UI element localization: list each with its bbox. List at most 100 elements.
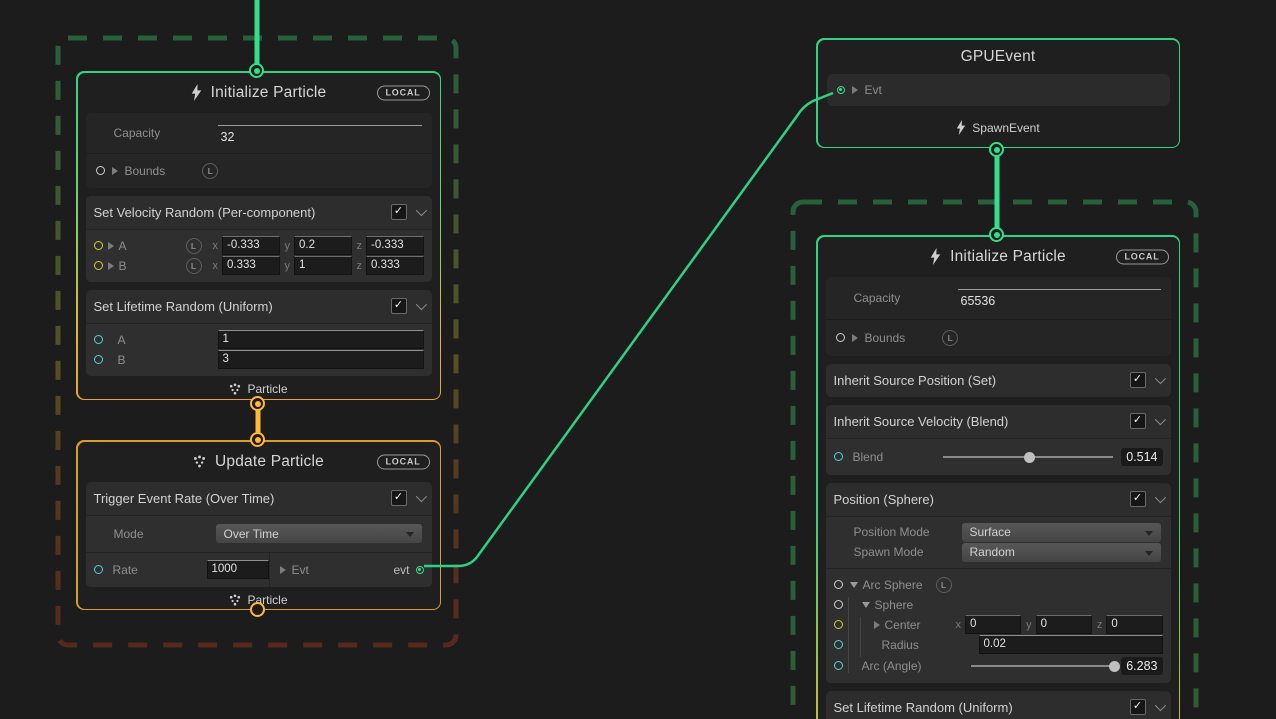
sphere-port[interactable] bbox=[834, 600, 843, 609]
position-mode-label: Position Mode bbox=[854, 525, 954, 539]
expand-triangle-icon[interactable] bbox=[852, 334, 858, 342]
chevron-down-icon[interactable] bbox=[415, 491, 426, 502]
checkbox-checked-icon[interactable]: ✓ bbox=[391, 298, 407, 314]
bounds-port[interactable] bbox=[836, 333, 845, 342]
block-position-sphere[interactable]: Position (Sphere) ✓ Position Mode Surfac… bbox=[826, 483, 1171, 683]
block-set-lifetime-random[interactable]: Set Lifetime Random (Uniform) ✓ A 1 B 3 bbox=[86, 290, 432, 376]
evt-output-port[interactable] bbox=[416, 566, 424, 574]
chevron-down-icon[interactable] bbox=[1154, 414, 1165, 425]
chevron-down-icon[interactable] bbox=[415, 205, 426, 216]
local-space-toggle[interactable]: L bbox=[202, 163, 218, 179]
foldout-triangle-icon[interactable] bbox=[862, 602, 870, 608]
z-input[interactable]: -0.333 bbox=[366, 236, 424, 255]
vfx-graph-canvas[interactable]: Initialize Particle LOCAL Capacity 32 Bo… bbox=[0, 0, 1276, 719]
expand-triangle-icon[interactable] bbox=[112, 167, 118, 175]
blend-row: Blend 0.514 bbox=[826, 439, 1171, 475]
velocity-row-a: A L x-0.333 y0.2 z-0.333 bbox=[94, 236, 424, 256]
checkbox-checked-icon[interactable]: ✓ bbox=[391, 204, 407, 220]
flow-output-port-init-left[interactable] bbox=[250, 396, 265, 411]
arcsphere-port[interactable] bbox=[834, 580, 843, 589]
radius-label: Radius bbox=[882, 638, 974, 652]
block-title: Set Velocity Random (Per-component) bbox=[94, 205, 391, 220]
flow-output-port-update[interactable] bbox=[250, 602, 265, 617]
node-update-particle[interactable]: Update Particle LOCAL Trigger Event Rate… bbox=[76, 440, 441, 610]
chevron-down-icon[interactable] bbox=[1154, 700, 1165, 711]
flow-input-port-init-right[interactable] bbox=[989, 227, 1004, 242]
checkbox-checked-icon[interactable]: ✓ bbox=[1130, 372, 1146, 388]
block-title: Set Lifetime Random (Uniform) bbox=[94, 299, 391, 314]
spawn-mode-dropdown[interactable]: Random bbox=[962, 543, 1161, 562]
expand-triangle-icon[interactable] bbox=[108, 262, 114, 270]
mode-dropdown[interactable]: Over Time bbox=[216, 524, 422, 543]
arc-sphere-row: Arc Sphere L bbox=[834, 575, 1163, 595]
node-title: Update Particle bbox=[215, 453, 324, 471]
blend-value[interactable]: 0.514 bbox=[1121, 448, 1162, 466]
lifetime-row-b: B 3 bbox=[94, 350, 424, 370]
position-mode-dropdown[interactable]: Surface bbox=[962, 523, 1161, 542]
rate-label: Rate bbox=[113, 563, 199, 577]
local-space-toggle[interactable]: L bbox=[942, 330, 958, 346]
local-space-toggle[interactable]: L bbox=[936, 577, 952, 593]
node-initialize-particle-right[interactable]: Initialize Particle LOCAL Capacity 65536… bbox=[816, 235, 1180, 719]
foldout-triangle-icon[interactable] bbox=[850, 582, 858, 588]
arc-sphere-label: Arc Sphere bbox=[863, 578, 923, 592]
node-initialize-particle-left[interactable]: Initialize Particle LOCAL Capacity 32 Bo… bbox=[76, 71, 441, 400]
z-input[interactable]: 0 bbox=[1106, 615, 1162, 634]
checkbox-checked-icon[interactable]: ✓ bbox=[391, 490, 407, 506]
radius-input[interactable]: 0.02 bbox=[979, 635, 1163, 654]
chevron-down-icon[interactable] bbox=[1154, 373, 1165, 384]
node-gpuevent[interactable]: GPUEvent Evt SpawnEvent bbox=[816, 38, 1180, 148]
block-set-lifetime-random-right[interactable]: Set Lifetime Random (Uniform) ✓ bbox=[826, 691, 1171, 719]
capacity-row: Capacity 65536 bbox=[826, 277, 1171, 319]
chevron-down-icon[interactable] bbox=[1154, 492, 1165, 503]
b-input[interactable]: 3 bbox=[218, 350, 424, 369]
float-port[interactable] bbox=[94, 355, 103, 364]
arc-slider[interactable] bbox=[971, 660, 1117, 672]
expand-triangle-icon[interactable] bbox=[874, 621, 880, 629]
vector3-port[interactable] bbox=[834, 620, 843, 629]
rate-input[interactable]: 1000 bbox=[207, 560, 269, 579]
checkbox-checked-icon[interactable]: ✓ bbox=[1130, 699, 1146, 715]
y-input[interactable]: 0 bbox=[1036, 615, 1092, 634]
chevron-down-icon[interactable] bbox=[415, 299, 426, 310]
vector3-port[interactable] bbox=[94, 241, 103, 250]
x-input[interactable]: -0.333 bbox=[222, 236, 280, 255]
particle-icon bbox=[229, 594, 241, 606]
bounds-port[interactable] bbox=[96, 166, 105, 175]
local-space-toggle[interactable]: L bbox=[186, 238, 202, 254]
float-port[interactable] bbox=[834, 661, 843, 670]
axis-label: y bbox=[1026, 619, 1032, 631]
block-inherit-source-position[interactable]: Inherit Source Position (Set) ✓ bbox=[826, 364, 1171, 397]
local-space-toggle[interactable]: L bbox=[186, 258, 202, 274]
block-inherit-source-velocity[interactable]: Inherit Source Velocity (Blend) ✓ Blend … bbox=[826, 405, 1171, 475]
arc-value[interactable]: 6.283 bbox=[1121, 657, 1162, 675]
edge-evt-to-gpuevent bbox=[424, 93, 833, 566]
evt-input-port[interactable] bbox=[837, 86, 845, 94]
y-input[interactable]: 0.2 bbox=[294, 236, 352, 255]
checkbox-checked-icon[interactable]: ✓ bbox=[1130, 491, 1146, 507]
y-input[interactable]: 1 bbox=[294, 256, 352, 275]
capacity-input[interactable]: 32 bbox=[218, 125, 422, 153]
x-input[interactable]: 0 bbox=[965, 615, 1021, 634]
float-port[interactable] bbox=[94, 565, 103, 574]
flow-input-port-init-left[interactable] bbox=[249, 63, 264, 78]
flow-output-port-gpuevent[interactable] bbox=[989, 142, 1004, 157]
arc-angle-row: Arc (Angle) 6.283 bbox=[834, 655, 1163, 677]
block-trigger-event-rate[interactable]: Trigger Event Rate (Over Time) ✓ Mode Ov… bbox=[86, 482, 432, 587]
checkbox-checked-icon[interactable]: ✓ bbox=[1130, 413, 1146, 429]
expand-triangle-icon[interactable] bbox=[108, 242, 114, 250]
block-set-velocity-random[interactable]: Set Velocity Random (Per-component) ✓ A … bbox=[86, 196, 432, 282]
capacity-input[interactable]: 65536 bbox=[958, 289, 1161, 319]
float-port[interactable] bbox=[834, 452, 843, 461]
blend-slider[interactable] bbox=[943, 451, 1114, 463]
a-input[interactable]: 1 bbox=[218, 330, 424, 349]
bounds-row: Bounds L bbox=[86, 153, 432, 188]
vector3-port[interactable] bbox=[94, 261, 103, 270]
float-port[interactable] bbox=[94, 335, 103, 344]
z-input[interactable]: 0.333 bbox=[366, 256, 424, 275]
flow-input-port-update[interactable] bbox=[250, 432, 265, 447]
float-port[interactable] bbox=[834, 640, 843, 649]
evt-input-row: Evt bbox=[827, 74, 1170, 106]
x-input[interactable]: 0.333 bbox=[222, 256, 280, 275]
local-space-badge: LOCAL bbox=[377, 454, 430, 469]
